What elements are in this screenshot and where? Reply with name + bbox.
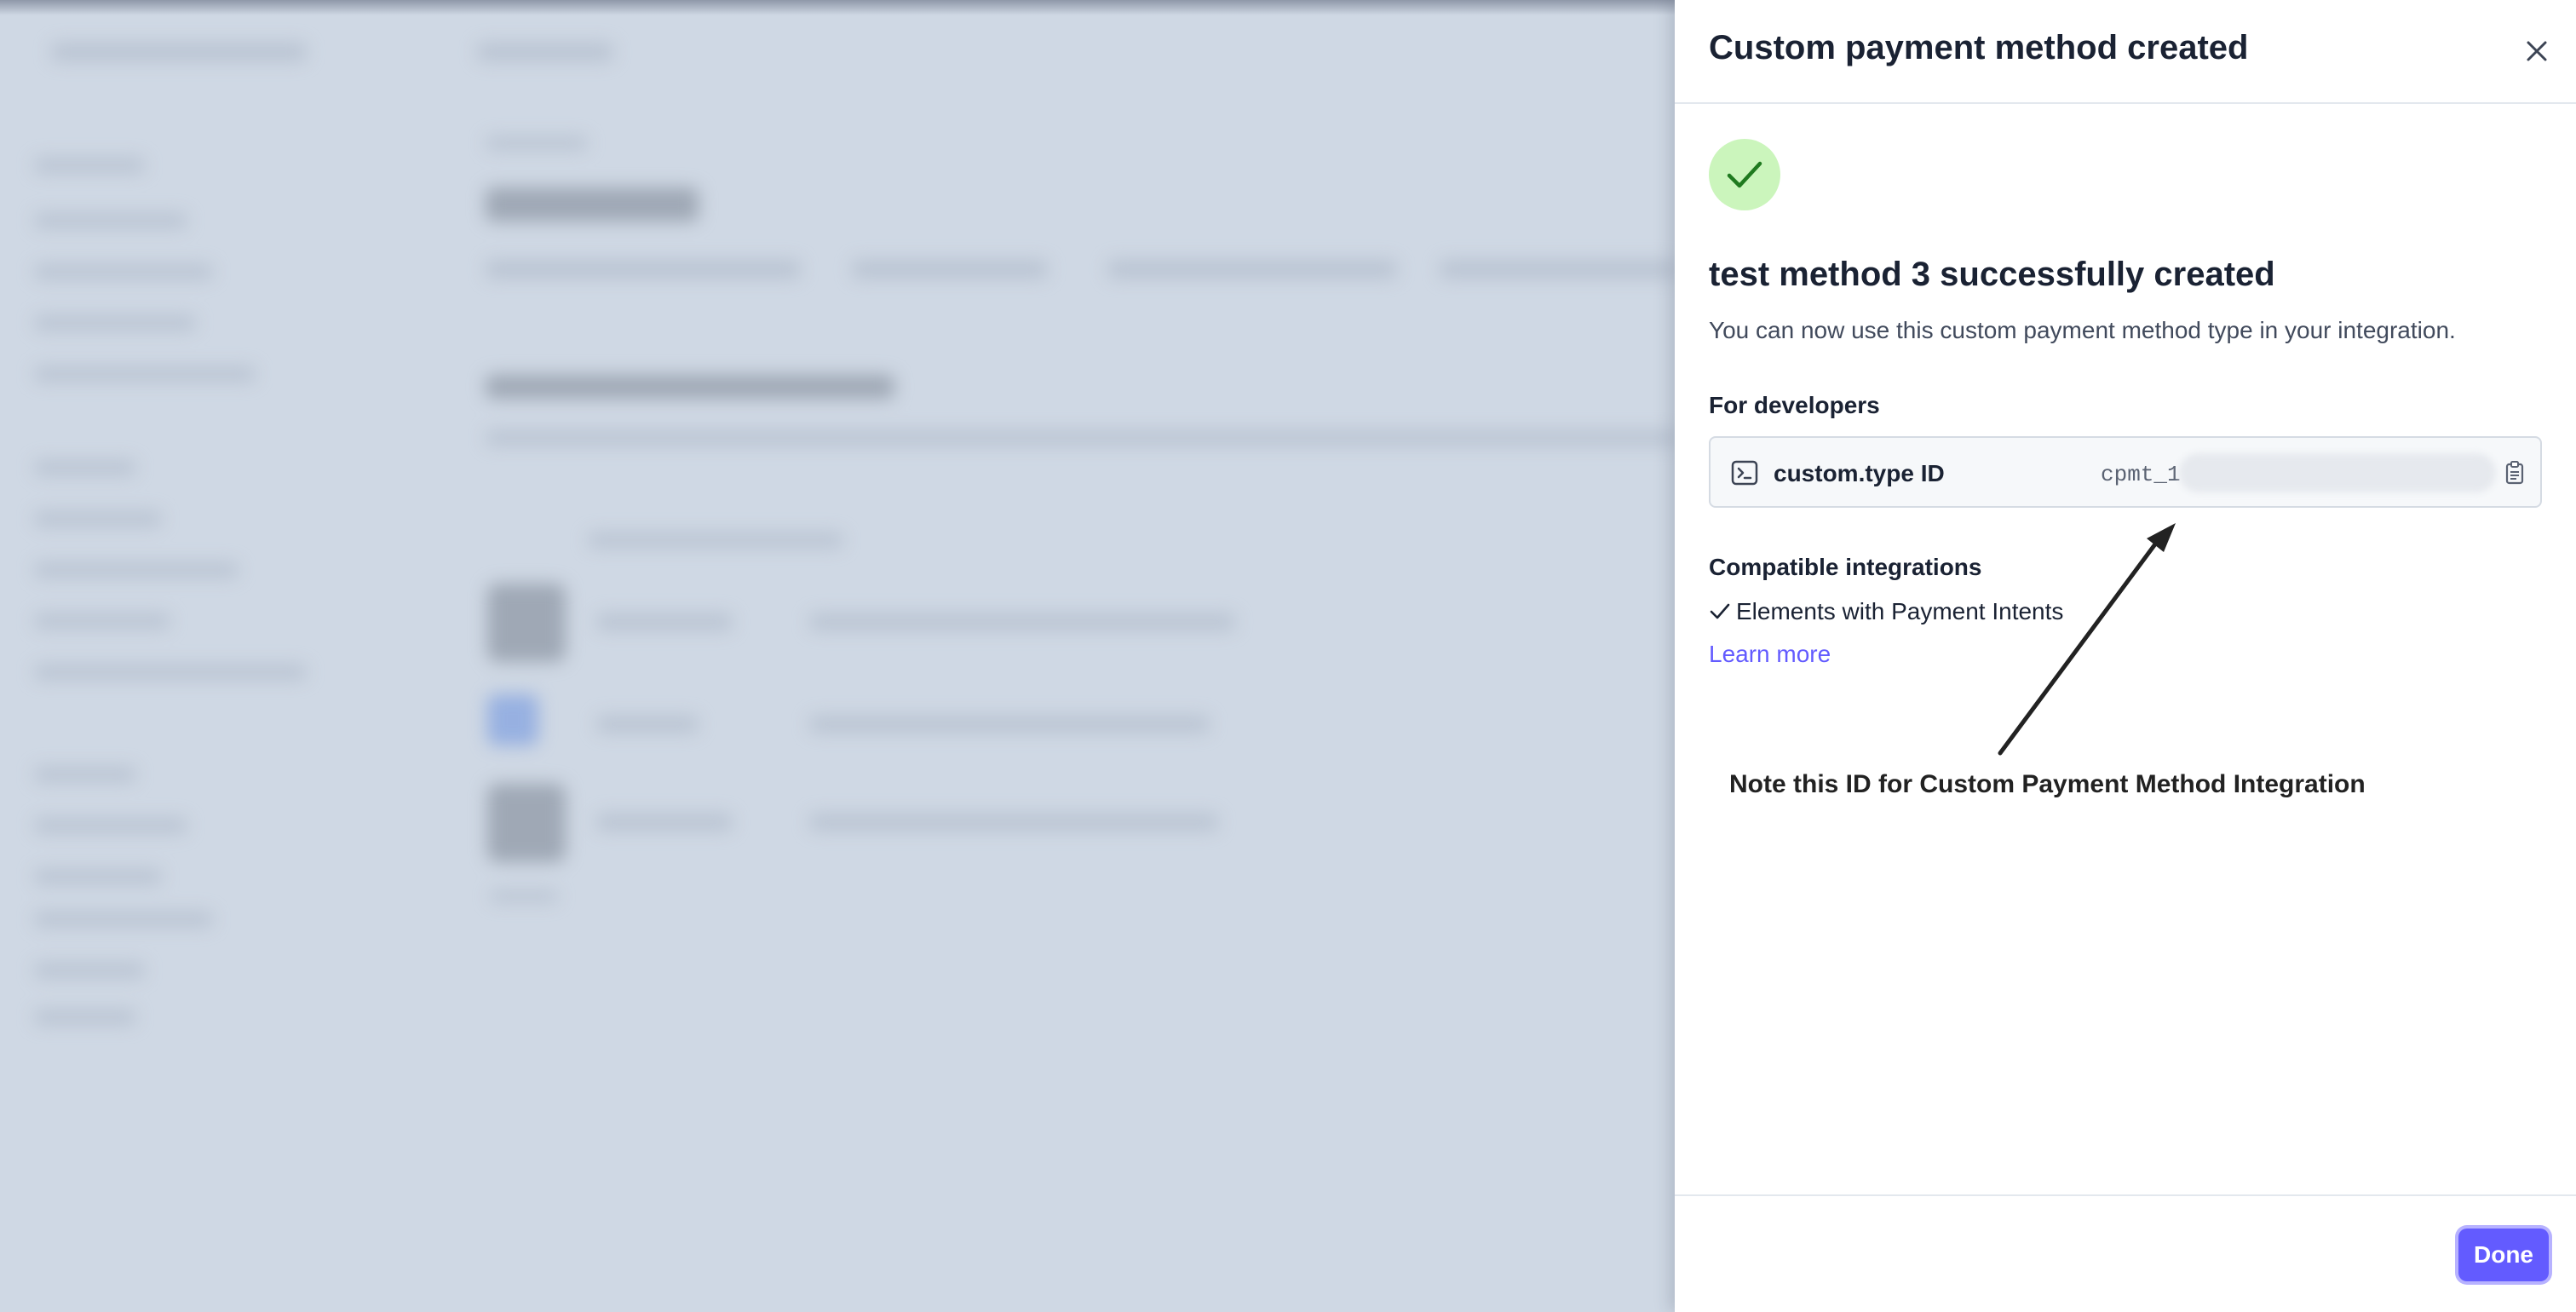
blurred-nav-item [34,315,196,331]
blurred-nav-item [34,366,256,382]
blurred-nav-item [34,158,145,173]
blurred-nav-item [34,213,187,228]
blurred-nav-item [34,613,170,629]
blurred-row-name [596,716,699,733]
blurred-section-title [486,375,894,399]
background-app [0,0,1678,1312]
blurred-content [0,0,1678,1312]
blurred-footer [490,890,558,902]
blurred-tab [486,260,801,279]
drawer-footer: Done [1675,1194,2576,1312]
blurred-logo [51,43,307,61]
blurred-row-icon [487,584,566,662]
blurred-nav-item [34,963,145,978]
blurred-nav-item [34,562,239,578]
blurred-nav-item [34,511,162,527]
success-drawer: Custom payment method created test metho… [1675,0,2576,1312]
blurred-tab [1440,260,1678,279]
blurred-row-desc [809,716,1210,733]
blurred-page-title [486,187,699,222]
blurred-tab [1107,260,1397,279]
blurred-row-name [596,613,733,630]
blurred-nav-item [34,1010,136,1025]
annotation-arrow [1998,523,2176,756]
blurred-nav-item [34,665,307,680]
blurred-breadcrumb [486,136,588,150]
annotation-note: Note this ID for Custom Payment Method I… [1729,770,2366,798]
blurred-nav-item [34,264,213,279]
blurred-nav-item [34,869,162,884]
blurred-description [486,430,1678,446]
blurred-nav-item [34,912,213,927]
blurred-search [477,43,613,61]
blurred-row-desc [809,814,1218,831]
blurred-nav-item [34,460,136,475]
blurred-row-icon [487,784,566,862]
blurred-nav-item [34,767,136,782]
blurred-row-name [596,814,733,831]
blurred-tab [852,260,1048,279]
blurred-nav-item [34,818,187,833]
done-button[interactable]: Done [2458,1229,2549,1281]
blurred-row-desc [809,613,1235,630]
blurred-row-icon [487,694,538,745]
top-shadow [0,0,1678,15]
blurred-table-header [588,532,843,548]
